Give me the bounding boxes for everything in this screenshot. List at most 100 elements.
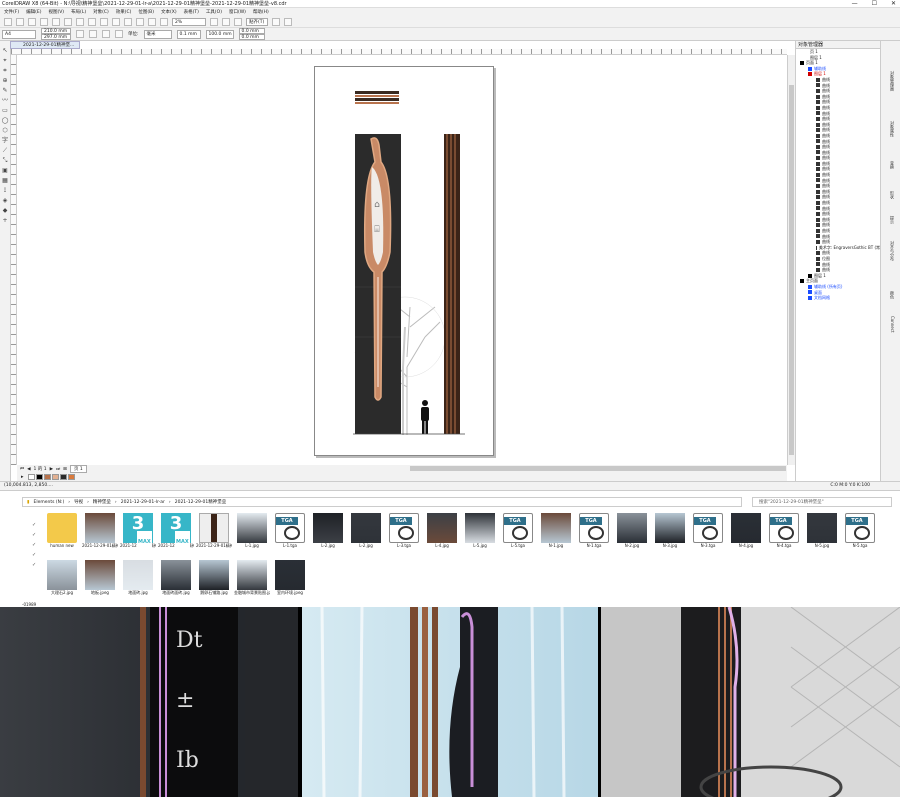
page-height-field[interactable]: 297.0 mm	[41, 34, 71, 40]
freehand-tool-icon[interactable]: ✎	[2, 87, 9, 94]
nudge-distance-field[interactable]: 0.1 mm	[176, 29, 201, 39]
file-item[interactable]: TGA L-5.tga	[500, 513, 536, 553]
launch-icon[interactable]	[284, 17, 292, 26]
interactive-fill-tool-icon[interactable]: ◈	[2, 197, 9, 204]
breadcrumb-current[interactable]: 2021-12-29-01精神堡垒	[175, 499, 227, 505]
drawing-page[interactable]: ⌂ ⌸	[314, 66, 494, 456]
publish-pdf-icon[interactable]	[148, 17, 156, 26]
file-item[interactable]: 3MAX2021-12-29-01精神堡垒-1.max	[120, 513, 156, 553]
menu-edit[interactable]: 编辑(E)	[26, 9, 41, 15]
file-item[interactable]: N-4.jpg	[728, 513, 764, 553]
breadcrumb-folder[interactable]: 导视	[74, 499, 83, 505]
portrait-icon[interactable]	[76, 30, 84, 38]
file-item[interactable]: N-1.jpg	[538, 513, 574, 553]
copy-icon[interactable]	[64, 17, 72, 26]
swatch[interactable]	[35, 474, 43, 480]
pick-tool-icon[interactable]: ↖	[2, 47, 9, 54]
file-item[interactable]: 大理石2.jpg	[44, 560, 80, 600]
close-button[interactable]: ✕	[891, 0, 896, 7]
menu-file[interactable]: 文件(F)	[4, 9, 19, 15]
cut-icon[interactable]	[52, 17, 60, 26]
horizontal-scrollbar[interactable]	[410, 466, 786, 471]
save-icon[interactable]	[28, 17, 36, 26]
menu-tools[interactable]: 工具(O)	[206, 9, 222, 15]
file-item[interactable]: TGA L-1.tga	[272, 513, 308, 553]
file-item[interactable]: 2021-12-29-01精神堡垒-v8.cdr	[196, 513, 232, 553]
dimension-tool-icon[interactable]: ⟋	[2, 147, 9, 154]
menu-view[interactable]: 视图(V)	[48, 9, 64, 15]
maximize-button[interactable]: ☐	[872, 0, 877, 7]
swatch[interactable]	[43, 474, 51, 480]
file-item[interactable]: TGA N-5.tga	[842, 513, 878, 553]
zoom-level-select[interactable]: 2%	[172, 17, 206, 26]
file-item[interactable]: L-4.jpg	[424, 513, 460, 553]
file-item[interactable]: L-5.jpg	[462, 513, 498, 553]
docker-tab[interactable]: 对象属性	[887, 121, 895, 137]
smart-fill-tool-icon[interactable]: ◆	[2, 207, 9, 214]
menu-object[interactable]: 对象(C)	[93, 9, 109, 15]
object-row[interactable]: 文档网格	[796, 295, 880, 301]
add-tool-icon[interactable]: +	[2, 217, 9, 224]
vertical-scrollbar[interactable]	[787, 55, 795, 465]
drop-shadow-tool-icon[interactable]: ▣	[2, 167, 9, 174]
text-tool-icon[interactable]: 字	[2, 137, 9, 144]
ellipse-tool-icon[interactable]: ◯	[2, 117, 9, 124]
print-icon[interactable]	[40, 17, 48, 26]
crop-tool-icon[interactable]: ⌗	[2, 67, 9, 74]
swatch[interactable]	[27, 474, 35, 480]
next-page-icon[interactable]: ▶	[50, 467, 53, 472]
undo-icon[interactable]	[88, 17, 96, 26]
all-pages-icon[interactable]	[102, 30, 110, 38]
file-item[interactable]: 地板.jpeg	[82, 560, 118, 600]
search-icon[interactable]	[112, 17, 120, 26]
rectangle-tool-icon[interactable]: ▭	[2, 107, 9, 114]
shape-tool-icon[interactable]: ⌖	[2, 57, 9, 64]
units-select[interactable]: 毫米	[143, 29, 172, 39]
file-item[interactable]: 地面砖面砖.jpg	[158, 560, 194, 600]
file-item[interactable]: TGA L-3.tga	[386, 513, 422, 553]
breadcrumb-folder[interactable]: 精神堡垒	[93, 499, 111, 505]
file-item[interactable]: L-1.jpg	[234, 513, 270, 553]
swatch[interactable]	[51, 474, 59, 480]
menu-layout[interactable]: 布局(L)	[71, 9, 86, 15]
full-screen-icon[interactable]	[210, 17, 218, 26]
transparency-tool-icon[interactable]: ▦	[2, 177, 9, 184]
file-item[interactable]: human new	[44, 513, 80, 553]
gear-icon[interactable]	[272, 17, 280, 26]
swatch[interactable]	[67, 474, 75, 480]
rulers-icon[interactable]	[222, 17, 230, 26]
file-item[interactable]: TGA N-4.tga	[766, 513, 802, 553]
artistic-media-tool-icon[interactable]: 〰	[2, 97, 9, 104]
open-icon[interactable]	[16, 17, 24, 26]
menu-window[interactable]: 窗口(W)	[229, 9, 246, 15]
file-item[interactable]: N-3.jpg	[652, 513, 688, 553]
current-page-icon[interactable]	[115, 30, 123, 38]
file-item[interactable]: 地面砖.jpg	[120, 560, 156, 600]
file-item[interactable]: N-5.jpg	[804, 513, 840, 553]
search-input[interactable]: 搜索"2021-12-29-01精神堡垒"	[752, 497, 892, 507]
file-item[interactable]: 鹅卵石铺路.jpg	[196, 560, 232, 600]
connector-tool-icon[interactable]: ⤡	[2, 157, 9, 164]
breadcrumb-drive[interactable]: Elements (N:)	[33, 500, 64, 505]
menu-table[interactable]: 表格(T)	[184, 9, 199, 15]
prev-page-icon[interactable]: ◀	[27, 467, 30, 472]
swatch[interactable]	[59, 474, 67, 480]
eyedropper-tool-icon[interactable]: ⟟	[2, 187, 9, 194]
import-icon[interactable]	[124, 17, 132, 26]
grid-icon[interactable]	[234, 17, 242, 26]
minimize-button[interactable]: —	[852, 0, 858, 7]
file-item[interactable]: L-2.jpg	[310, 513, 346, 553]
menu-text[interactable]: 文本(X)	[161, 9, 177, 15]
new-icon[interactable]	[4, 17, 12, 26]
file-item[interactable]: 3MAX2021-12-29-01精神堡垒-N.max	[158, 513, 194, 553]
redo-icon[interactable]	[100, 17, 108, 26]
paste-icon[interactable]	[76, 17, 84, 26]
docker-tab[interactable]: 形状	[887, 191, 895, 199]
menu-help[interactable]: 帮助(H)	[253, 9, 269, 15]
first-page-icon[interactable]: ⏮	[20, 466, 24, 472]
docker-tab[interactable]: 对齐与分布	[887, 241, 895, 261]
palette-arrow-icon[interactable]: ▸	[21, 474, 24, 480]
docker-tab[interactable]: 变换	[887, 161, 895, 169]
file-item[interactable]: 室内环境.jpeg	[272, 560, 308, 600]
file-item[interactable]: 金融城市背景贴图.jpeg	[234, 560, 270, 600]
